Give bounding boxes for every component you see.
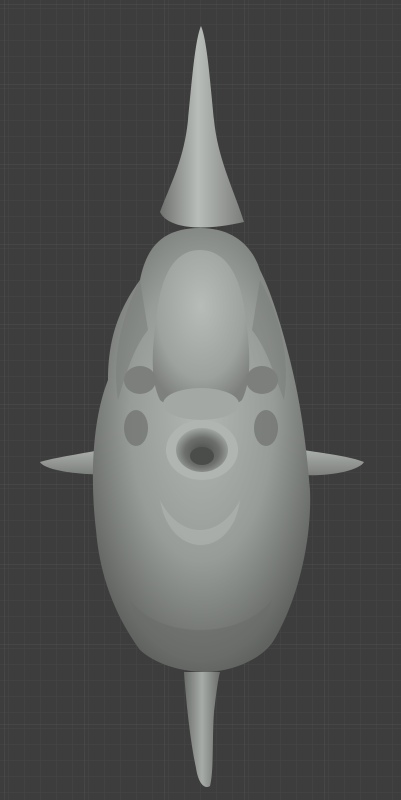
cheek-left bbox=[124, 410, 148, 446]
3d-viewport[interactable] bbox=[0, 0, 401, 800]
snout bbox=[163, 388, 239, 420]
eye-left bbox=[124, 366, 156, 394]
mouth-inner bbox=[190, 447, 214, 465]
eye-right bbox=[246, 366, 278, 394]
cheek-right bbox=[254, 410, 278, 446]
viewport-canvas[interactable] bbox=[0, 0, 401, 800]
